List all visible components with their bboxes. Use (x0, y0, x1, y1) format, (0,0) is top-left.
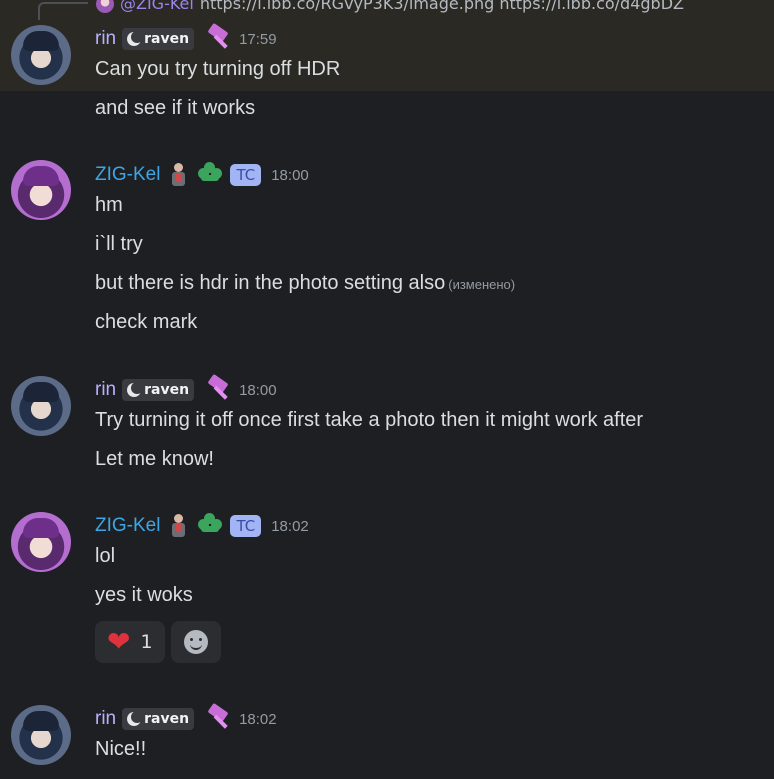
avatar[interactable] (11, 25, 71, 85)
reaction-heart[interactable]: ❤ 1 (95, 621, 165, 663)
message-text: Can you try turning off HDR (95, 58, 341, 80)
reply-reference[interactable]: @ZIG-Kel https://i.ibb.co/RGvyP3K3/image… (0, 0, 774, 20)
reactions-bar: ❤ 1 (95, 621, 221, 663)
clan-tag[interactable]: raven (122, 379, 195, 401)
clan-tag[interactable]: raven (122, 28, 195, 50)
avatar[interactable] (11, 160, 71, 220)
message-text: Nice!! (95, 738, 147, 760)
figure-icon[interactable] (166, 161, 190, 189)
reaction-count: 1 (140, 631, 153, 653)
message-text: Try turning it off once first take a pho… (95, 409, 644, 431)
reply-connector (38, 2, 88, 20)
moon-icon (127, 31, 144, 46)
message-header: rin raven 17:59 (95, 22, 277, 52)
moon-icon (127, 382, 144, 397)
role-badge[interactable]: TC (230, 164, 262, 186)
author-name[interactable]: ZIG-Kel (95, 164, 160, 186)
message-text-edited: but there is hdr in the photo setting al… (95, 272, 515, 295)
smile-icon (183, 630, 208, 654)
message-header: rin raven 18:02 (95, 702, 277, 732)
role-badge[interactable]: TC (230, 515, 262, 537)
message-header: ZIG-Kel TC 18:02 (95, 513, 309, 539)
reply-text[interactable]: https://i.ibb.co/RGvyP3K3/image.png http… (200, 0, 684, 13)
clover-icon[interactable] (196, 513, 224, 539)
message-text: i`ll try (95, 233, 143, 255)
avatar[interactable] (11, 512, 71, 572)
timestamp[interactable]: 18:00 (239, 382, 277, 399)
clan-tag-label: raven (144, 382, 190, 398)
avatar[interactable] (11, 376, 71, 436)
message-header: rin raven 18:00 (95, 373, 277, 403)
message-text: yes it woks (95, 584, 193, 606)
clan-tag-label: raven (144, 31, 190, 47)
reply-preview[interactable]: @ZIG-Kel https://i.ibb.co/RGvyP3K3/image… (96, 0, 684, 13)
message-header: ZIG-Kel TC 18:00 (95, 162, 309, 188)
hammer-icon[interactable] (199, 373, 231, 403)
reply-avatar (96, 0, 114, 13)
timestamp[interactable]: 18:02 (271, 518, 309, 535)
hammer-icon[interactable] (199, 22, 231, 52)
timestamp[interactable]: 18:00 (271, 167, 309, 184)
avatar[interactable] (11, 705, 71, 765)
author-name[interactable]: rin (95, 28, 116, 50)
clan-tag[interactable]: raven (122, 708, 195, 730)
message-text: and see if it works (95, 97, 256, 119)
heart-icon: ❤ (107, 625, 131, 658)
message-text: Let me know! (95, 448, 214, 470)
moon-icon (127, 711, 144, 726)
add-reaction-button[interactable] (170, 621, 221, 663)
message-text: but there is hdr in the photo setting al… (95, 272, 446, 294)
message-text: check mark (95, 311, 198, 333)
timestamp[interactable]: 18:02 (239, 711, 277, 728)
figure-icon[interactable] (166, 512, 190, 540)
edited-label: (изменено) (448, 277, 516, 292)
author-name[interactable]: rin (95, 708, 116, 730)
clover-icon[interactable] (196, 162, 224, 188)
timestamp[interactable]: 17:59 (239, 31, 277, 48)
message-text: lol (95, 545, 116, 567)
hammer-icon[interactable] (199, 702, 231, 732)
reply-author[interactable]: @ZIG-Kel (120, 0, 194, 13)
message-text: hm (95, 194, 123, 216)
clan-tag-label: raven (144, 711, 190, 727)
author-name[interactable]: rin (95, 379, 116, 401)
author-name[interactable]: ZIG-Kel (95, 515, 160, 537)
